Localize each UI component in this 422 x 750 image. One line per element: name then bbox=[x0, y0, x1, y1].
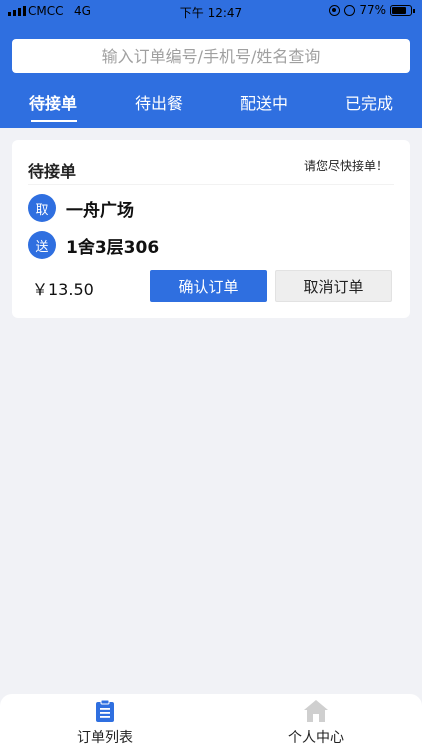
battery-level bbox=[392, 6, 406, 14]
clipboard-list-icon bbox=[92, 699, 118, 723]
order-status-title: 待接单 bbox=[28, 162, 77, 181]
order-card: 待接单 请您尽快接单！ 取 一舟广场 送 1舍3层306 ￥13.50 确认订单… bbox=[12, 140, 410, 318]
nav-label: 个人中心 bbox=[288, 730, 344, 746]
tab-preparing[interactable]: 待出餐 bbox=[106, 86, 212, 128]
delivery-location: 1舍3层306 bbox=[66, 237, 160, 258]
battery-icon bbox=[390, 4, 415, 16]
alarm-icon bbox=[344, 4, 356, 16]
tab-delivering[interactable]: 配送中 bbox=[212, 86, 316, 128]
active-tab-indicator bbox=[31, 120, 77, 122]
confirm-order-button[interactable]: 确认订单 bbox=[150, 270, 267, 302]
home-icon bbox=[303, 699, 329, 723]
pickup-location: 一舟广场 bbox=[66, 200, 134, 221]
tab-label: 待出餐 bbox=[134, 94, 183, 113]
tab-label: 已完成 bbox=[344, 94, 393, 113]
order-hint: 请您尽快接单！ bbox=[303, 159, 388, 173]
delivery-row: 送 1舍3层306 bbox=[28, 231, 159, 259]
pickup-badge: 取 bbox=[28, 194, 56, 222]
nav-order-list[interactable]: 订单列表 bbox=[45, 694, 165, 750]
cancel-order-button[interactable]: 取消订单 bbox=[275, 270, 392, 302]
header: CMCC 4G 下午 12:47 77% 待接单 待出餐 配送中 已完成 bbox=[0, 0, 422, 128]
battery-percent: 77% bbox=[359, 3, 386, 17]
search-box[interactable] bbox=[12, 39, 410, 73]
tab-completed[interactable]: 已完成 bbox=[316, 86, 422, 128]
nav-label: 订单列表 bbox=[77, 730, 133, 746]
pickup-row: 取 一舟广场 bbox=[28, 194, 134, 222]
search-input[interactable] bbox=[12, 39, 410, 73]
nav-profile[interactable]: 个人中心 bbox=[256, 694, 376, 750]
delivery-badge: 送 bbox=[28, 231, 56, 259]
bottom-nav: 订单列表 个人中心 bbox=[0, 694, 422, 750]
order-price: ￥13.50 bbox=[32, 280, 94, 299]
order-tabs: 待接单 待出餐 配送中 已完成 bbox=[0, 86, 422, 128]
tab-label: 配送中 bbox=[239, 94, 288, 113]
divider bbox=[28, 184, 394, 185]
orientation-lock-icon bbox=[329, 4, 341, 16]
status-bar: CMCC 4G 下午 12:47 77% bbox=[0, 0, 422, 24]
